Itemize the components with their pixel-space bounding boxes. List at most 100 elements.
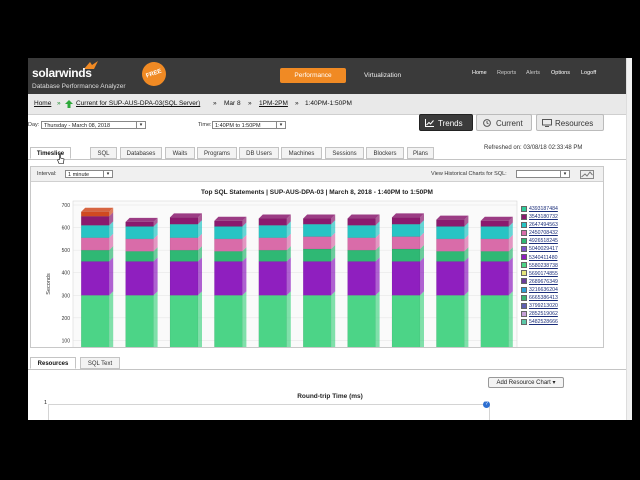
- bar-segment-side: [508, 257, 513, 296]
- tab-databases[interactable]: Databases: [120, 147, 162, 159]
- nav-reports-link[interactable]: Reports: [497, 70, 516, 76]
- legend-item[interactable]: 5040029417: [521, 245, 591, 253]
- legend-item[interactable]: 3799213020: [521, 302, 591, 310]
- tab-sql[interactable]: SQL: [90, 147, 117, 159]
- legend-item[interactable]: 5690174855: [521, 270, 591, 278]
- bar-segment: [347, 237, 376, 251]
- y-tick-label: 700: [62, 203, 71, 209]
- monitor-icon: [542, 119, 552, 127]
- breadcrumb-separator-icon: »: [295, 100, 299, 107]
- resources-view-button[interactable]: Resources: [536, 114, 604, 131]
- legend-item[interactable]: 4393187484: [521, 205, 591, 213]
- bar-segment: [303, 261, 332, 296]
- legend-swatch: [521, 254, 527, 261]
- day-label: Day:: [28, 122, 40, 128]
- current-view-button[interactable]: Current: [476, 114, 532, 131]
- bar-segment: [258, 225, 288, 238]
- performance-button[interactable]: Performance: [280, 68, 346, 83]
- tab-programs[interactable]: Programs: [197, 147, 237, 159]
- bar-segment: [480, 251, 509, 262]
- nav-alerts-link[interactable]: Alerts: [526, 70, 540, 76]
- day-select[interactable]: Thursday - March 08, 2018 ▾: [41, 121, 146, 129]
- bar-segment-side: [420, 257, 424, 296]
- time-select[interactable]: 1:40PM to 1:50PM ▾: [212, 121, 286, 129]
- time-select-value: 1:40PM to 1:50PM: [215, 123, 261, 129]
- bar-segment-side: [242, 257, 247, 296]
- y-tick-label: 500: [62, 248, 71, 254]
- bar-segment-side: [153, 291, 158, 347]
- scrollbar[interactable]: [626, 58, 632, 420]
- breadcrumb-home[interactable]: Home: [34, 100, 51, 107]
- legend-swatch: [521, 302, 527, 309]
- breadcrumb-hour-range[interactable]: 1PM-2PM: [259, 100, 288, 107]
- bar-segment: [391, 261, 421, 296]
- breadcrumb-current[interactable]: Current for SUP-AUS-DPA-03(SQL Server): [76, 100, 200, 107]
- round-trip-chart-area: [48, 404, 490, 420]
- legend-item[interactable]: 2689676349: [521, 278, 591, 286]
- tab-blockers[interactable]: Blockers: [366, 147, 404, 159]
- legend-item[interactable]: 3543180732: [521, 213, 591, 221]
- bar-top: [347, 214, 380, 219]
- legend-swatch: [521, 310, 527, 317]
- legend-item[interactable]: 2647494563: [521, 221, 591, 229]
- breadcrumb-date[interactable]: Mar 8: [224, 100, 241, 107]
- bar-segment: [391, 295, 421, 347]
- y-tick-label: 100: [62, 338, 71, 344]
- legend-item[interactable]: 4926518245: [521, 237, 591, 245]
- bar-segment-side: [153, 257, 158, 296]
- bar-segment: [303, 218, 332, 225]
- bar-segment-side: [331, 257, 336, 296]
- bar-top: [81, 207, 114, 212]
- legend-item[interactable]: 2450708432: [521, 229, 591, 237]
- legend-swatch: [521, 205, 527, 212]
- trend-chart-icon: [425, 119, 434, 127]
- brand-logo[interactable]: solarwinds: [32, 66, 92, 80]
- legend-item[interactable]: 3216636204: [521, 286, 591, 294]
- legend-item[interactable]: 5482528666: [521, 318, 591, 326]
- top-sql-chart: 0100200300400500600700Seconds1:40PM1:41P…: [46, 200, 518, 347]
- trends-view-button[interactable]: Trends: [419, 114, 473, 131]
- virtualization-link[interactable]: Virtualization: [364, 72, 401, 79]
- bar-segment: [391, 217, 421, 225]
- legend-label: 2450708432: [529, 230, 558, 237]
- tab-sql-text[interactable]: SQL Text: [80, 357, 120, 369]
- nav-home-link[interactable]: Home: [472, 70, 487, 76]
- tab-resources[interactable]: Resources: [30, 357, 76, 369]
- bar-segment: [436, 251, 465, 262]
- legend-item[interactable]: 2852519062: [521, 310, 591, 318]
- cursor-hand-icon: [57, 153, 65, 164]
- bar-top: [436, 215, 469, 220]
- bar-segment: [347, 295, 376, 347]
- tab-waits[interactable]: Waits: [165, 147, 195, 159]
- chevron-down-icon: ▾: [136, 122, 145, 128]
- day-select-value: Thursday - March 08, 2018: [44, 123, 111, 129]
- add-resource-chart-button[interactable]: Add Resource Chart ▾: [488, 377, 564, 388]
- legend-item[interactable]: 6665386413: [521, 294, 591, 302]
- bar-segment: [169, 295, 199, 347]
- tab-db-users[interactable]: DB Users: [239, 147, 279, 159]
- bar-segment-side: [286, 257, 291, 296]
- legend-swatch: [521, 286, 527, 293]
- bar-segment: [480, 295, 509, 347]
- nav-logoff-link[interactable]: Logoff: [581, 70, 596, 76]
- nav-options-link[interactable]: Options: [551, 70, 570, 76]
- tab-sessions[interactable]: Sessions: [325, 147, 364, 159]
- tab-machines[interactable]: Machines: [281, 147, 322, 159]
- legend-swatch: [521, 213, 527, 220]
- legend-item[interactable]: 5340411480: [521, 254, 591, 262]
- bar-segment: [81, 211, 110, 217]
- tab-plans[interactable]: Plans: [407, 147, 434, 159]
- legend-item[interactable]: 5580238738: [521, 262, 591, 270]
- bar-segment: [480, 226, 509, 240]
- bar-segment: [214, 295, 243, 347]
- bar-segment: [436, 295, 465, 347]
- help-icon[interactable]: ?: [483, 401, 490, 408]
- chart-legend: 4393187484 3543180732 2647494563 2450708432…: [521, 205, 591, 326]
- free-badge: FREE: [138, 58, 170, 90]
- resources-label: Resources: [555, 119, 594, 128]
- y-tick-label: 600: [62, 226, 71, 232]
- bar-top: [392, 213, 424, 218]
- trends-label: Trends: [438, 119, 463, 128]
- bar-segment: [347, 249, 376, 262]
- breadcrumb: Home » Current for SUP-AUS-DPA-03(SQL Se…: [28, 94, 632, 115]
